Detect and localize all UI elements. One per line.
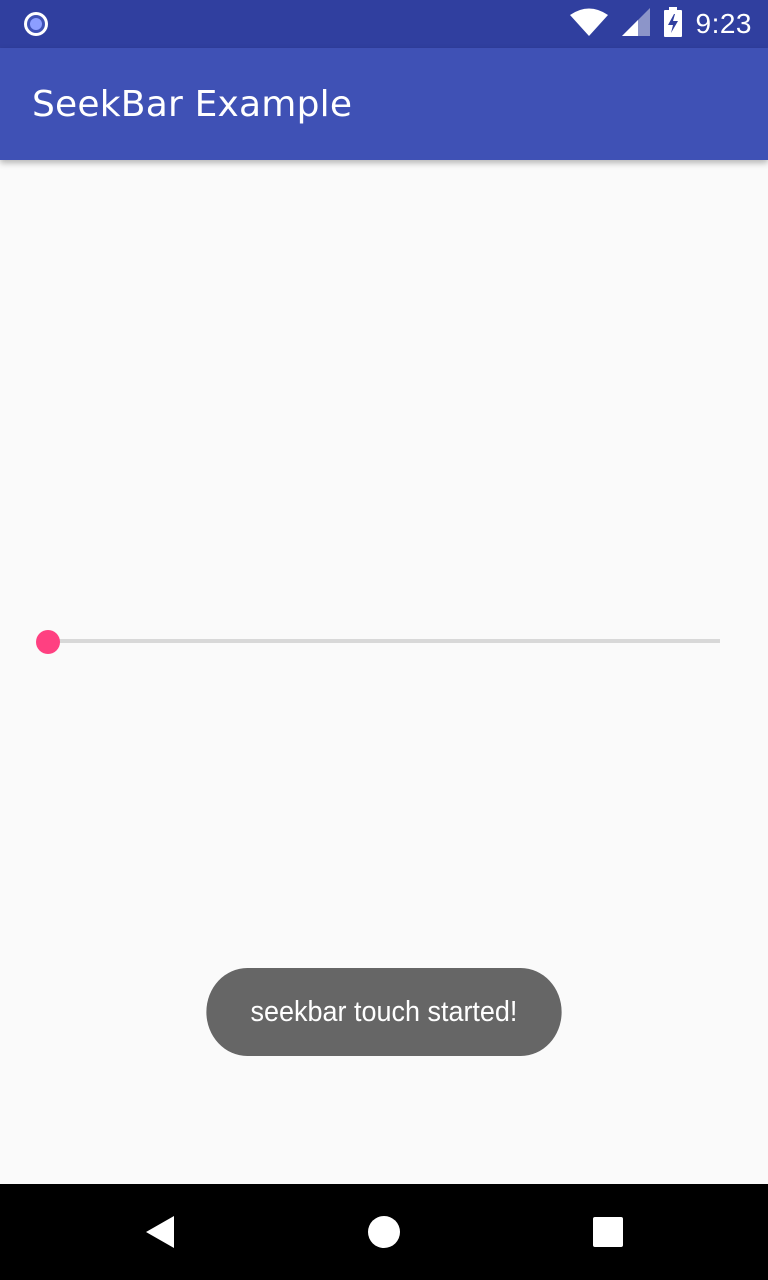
battery-charging-icon bbox=[663, 6, 682, 42]
back-icon[interactable] bbox=[136, 1208, 184, 1256]
app-bar: SeekBar Example bbox=[0, 48, 768, 160]
status-icons: 9:23 bbox=[569, 0, 753, 48]
cell-signal-icon bbox=[621, 7, 650, 41]
home-icon[interactable] bbox=[360, 1208, 408, 1256]
notification-dot-icon bbox=[22, 10, 50, 38]
nav-bar bbox=[0, 1184, 768, 1280]
recents-icon[interactable] bbox=[584, 1208, 632, 1256]
seekbar-track[interactable] bbox=[48, 639, 720, 643]
status-bar: 9:23 bbox=[0, 0, 768, 48]
seekbar-thumb[interactable] bbox=[36, 630, 60, 654]
seekbar[interactable] bbox=[24, 619, 744, 667]
wifi-icon bbox=[569, 8, 608, 41]
app-title: SeekBar Example bbox=[32, 84, 353, 125]
toast-message: seekbar touch started! bbox=[206, 968, 562, 1056]
status-time: 9:23 bbox=[695, 8, 752, 39]
